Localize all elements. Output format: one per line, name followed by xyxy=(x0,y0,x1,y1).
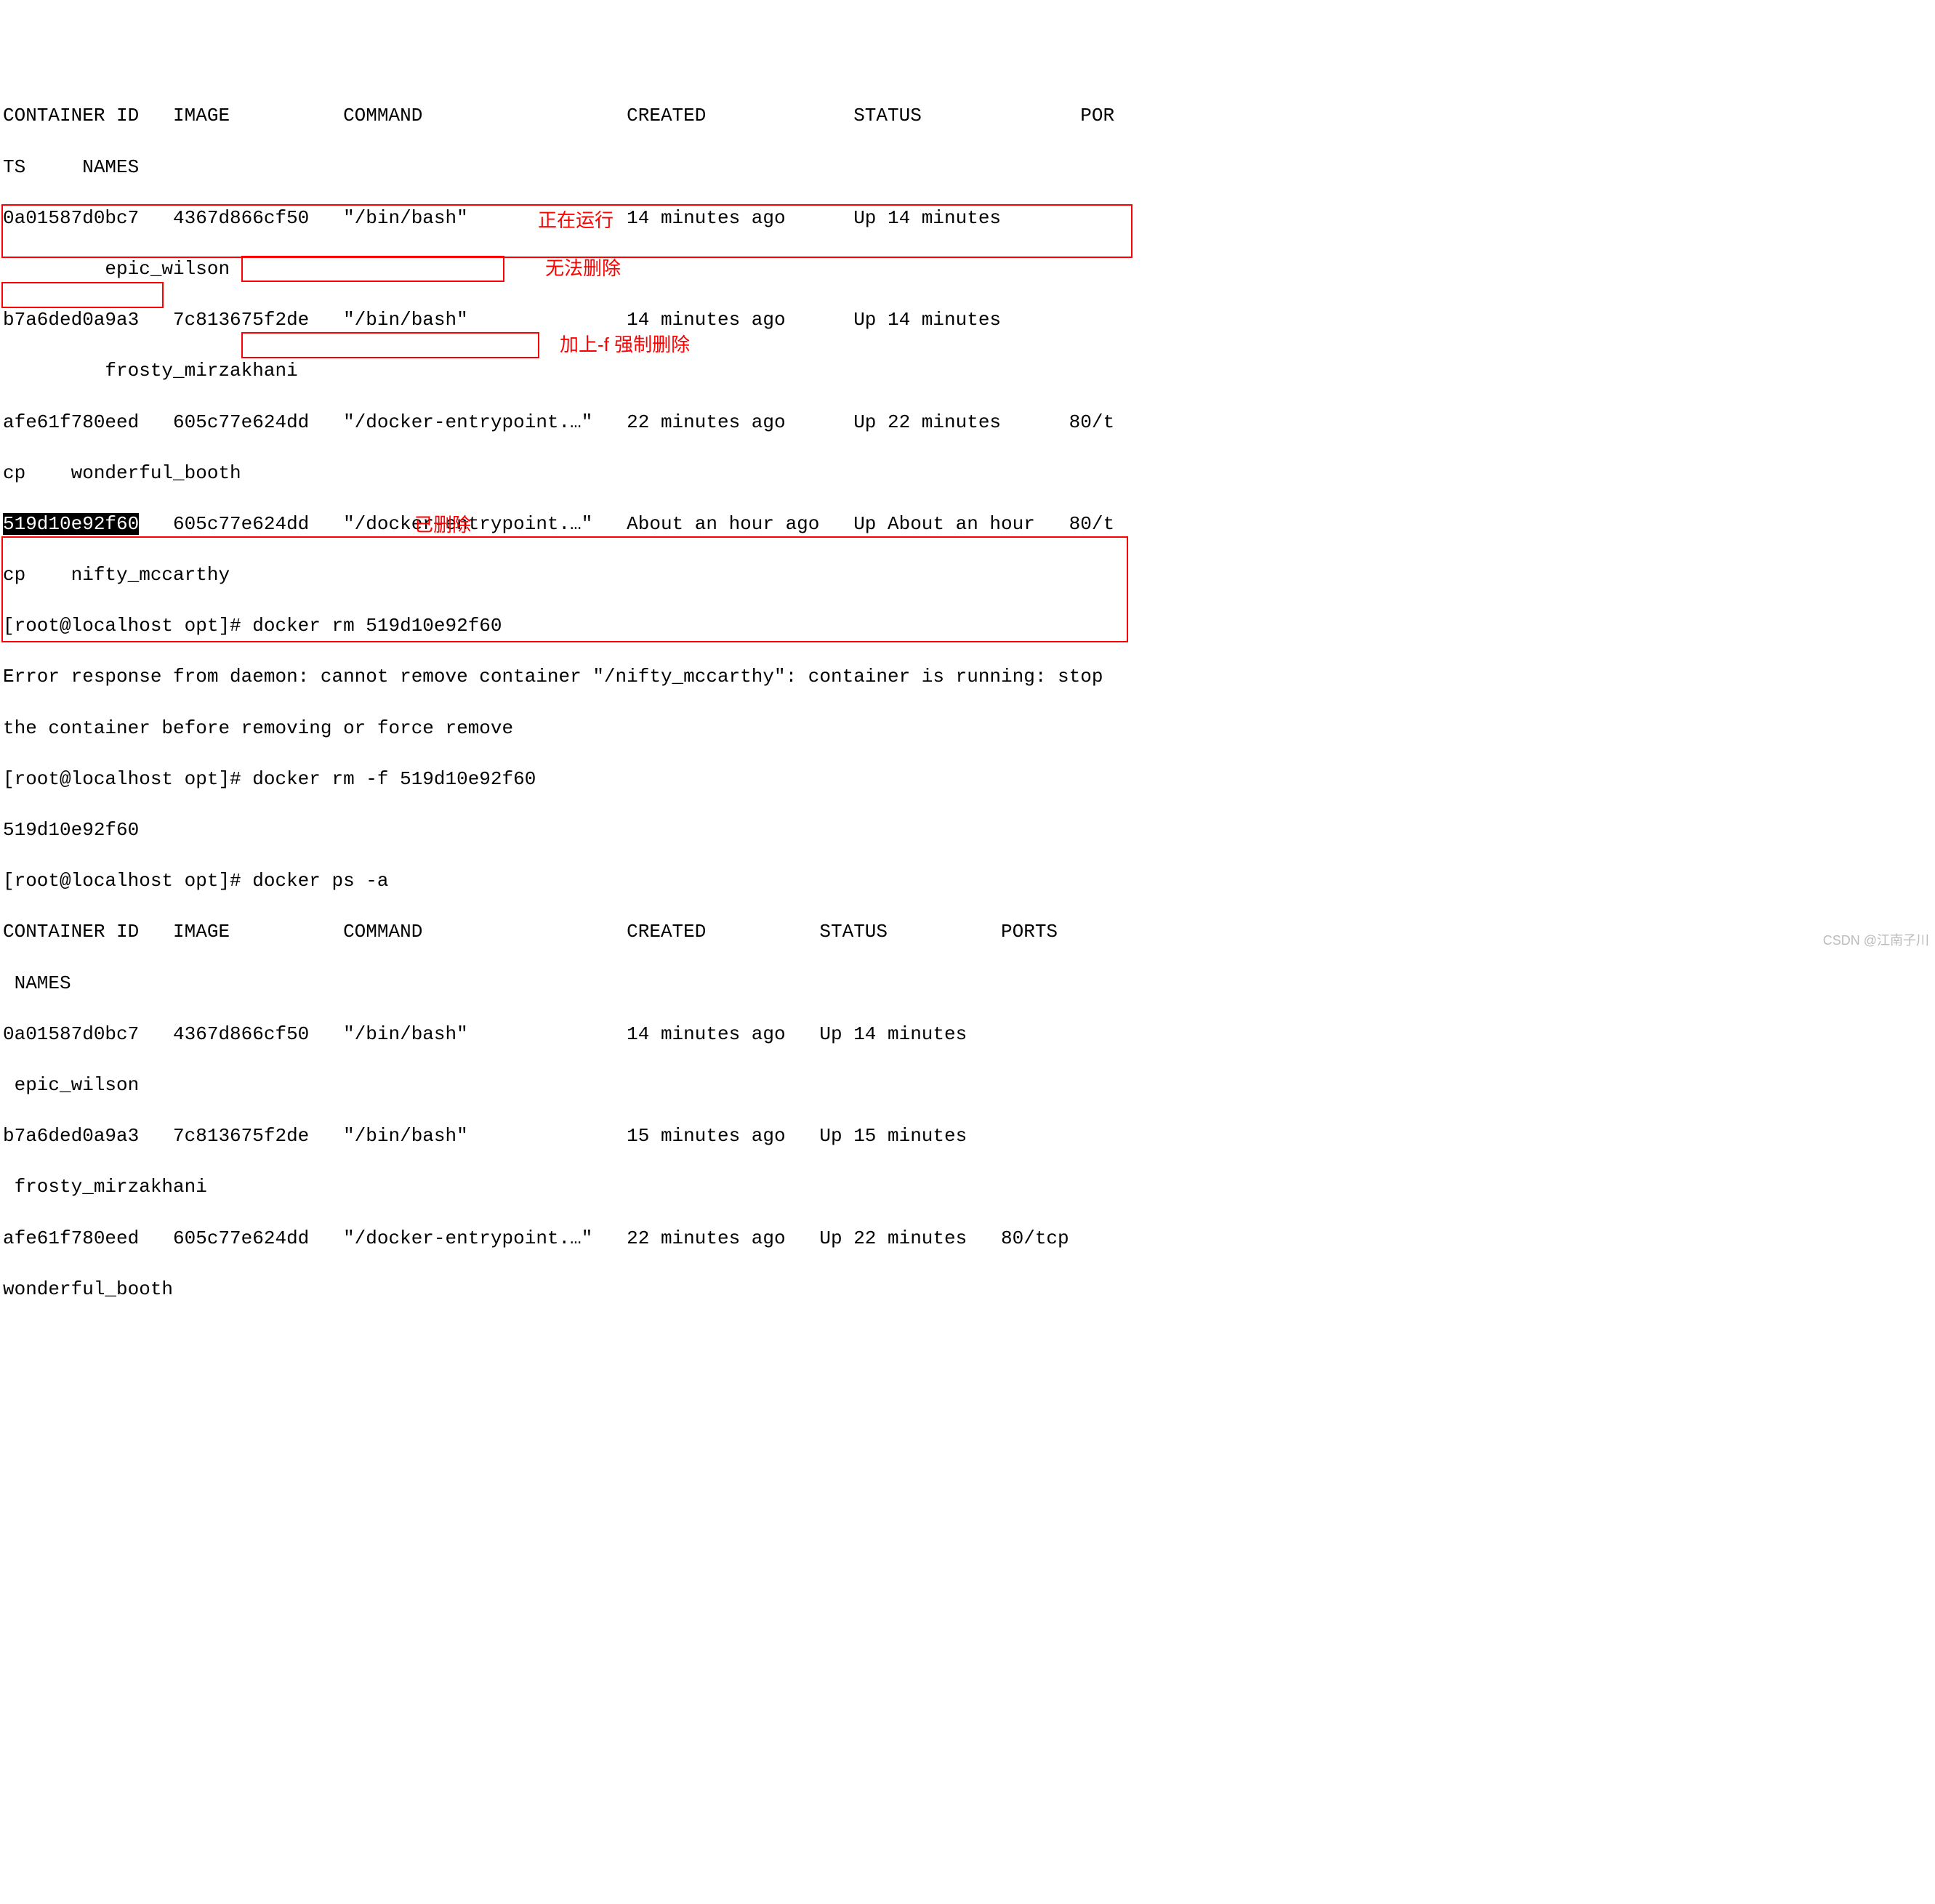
table-row: afe61f780eed 605c77e624dd "/docker-entry… xyxy=(3,410,1932,435)
table-row: 519d10e92f60 605c77e624dd "/docker-entry… xyxy=(3,512,1932,537)
annotation-running: 正在运行 xyxy=(538,208,614,233)
box-docker-rm-f-cmd xyxy=(241,332,539,358)
table-row: b7a6ded0a9a3 7c813675f2de "/bin/bash" 14… xyxy=(3,307,1932,333)
error-line1: Error response from daemon: cannot remov… xyxy=(3,664,1932,690)
ps-header1-line1: CONTAINER ID IMAGE COMMAND CREATED STATU… xyxy=(3,103,1932,129)
rm-output: 519d10e92f60 xyxy=(3,818,1932,843)
box-error-response xyxy=(1,282,164,308)
error-line2: the container before removing or force r… xyxy=(3,716,1932,741)
table-row: 0a01587d0bc7 4367d866cf50 "/bin/bash" 14… xyxy=(3,1022,1932,1047)
prompt-docker-ps-a[interactable]: [root@localhost opt]# docker ps -a xyxy=(3,868,1932,894)
table-row: frosty_mirzakhani xyxy=(3,358,1932,384)
ps-header1-line2: TS NAMES xyxy=(3,155,1932,180)
ps-header2-line2: NAMES xyxy=(3,971,1932,996)
selected-container-id: 519d10e92f60 xyxy=(3,513,139,535)
annotation-force-delete: 加上-f 强制删除 xyxy=(560,332,690,358)
annotation-deleted: 已删除 xyxy=(414,512,471,538)
prompt-docker-rm-f[interactable]: [root@localhost opt]# docker rm -f 519d1… xyxy=(3,767,1932,792)
table-row: wonderful_booth xyxy=(3,1277,1932,1302)
table-row: afe61f780eed 605c77e624dd "/docker-entry… xyxy=(3,1226,1932,1251)
table-row: b7a6ded0a9a3 7c813675f2de "/bin/bash" 15… xyxy=(3,1124,1932,1149)
table-row: cp wonderful_booth xyxy=(3,461,1932,486)
watermark: CSDN @江南子川 xyxy=(1823,932,1929,949)
box-docker-rm-cmd xyxy=(241,256,504,282)
table-row: frosty_mirzakhani xyxy=(3,1174,1932,1200)
box-remaining-rows xyxy=(1,536,1128,642)
ps-header2-line1: CONTAINER ID IMAGE COMMAND CREATED STATU… xyxy=(3,919,1932,945)
annotation-cannot-delete: 无法删除 xyxy=(545,256,621,281)
table-row: epic_wilson xyxy=(3,1073,1932,1098)
